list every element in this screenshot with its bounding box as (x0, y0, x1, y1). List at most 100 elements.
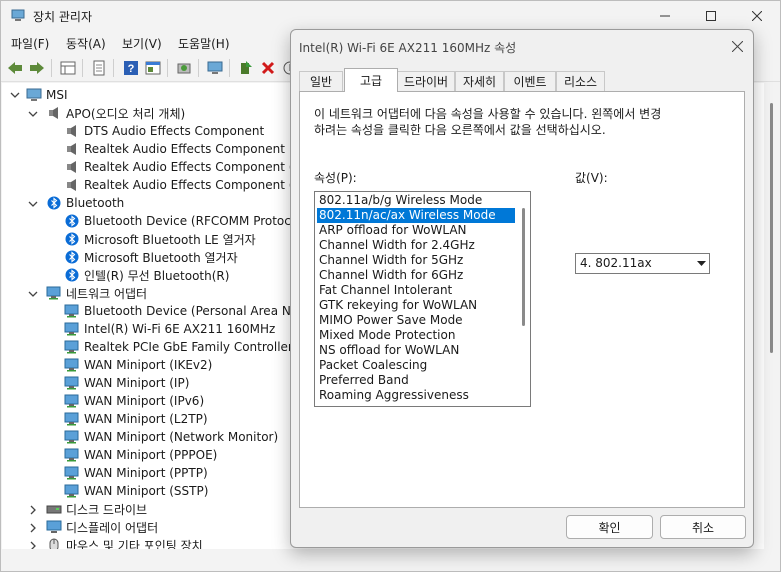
property-list-item[interactable]: Channel Width for 2.4GHz (317, 238, 515, 253)
network-adapter-icon (64, 357, 80, 373)
tree-row-label: WAN Miniport (IP) (84, 376, 190, 390)
tree-device[interactable]: Bluetooth Device (Personal Area Netw (64, 302, 313, 320)
bluetooth-icon (64, 249, 80, 265)
property-list-item[interactable]: NS offload for WoWLAN (317, 343, 515, 358)
property-list-item[interactable]: Channel Width for 5GHz (317, 253, 515, 268)
chevron-right-icon[interactable] (28, 540, 38, 549)
network-adapter-icon (64, 411, 80, 427)
close-button[interactable] (734, 1, 780, 31)
tree-row-label: Bluetooth (66, 196, 125, 210)
display-adapter-icon (46, 519, 62, 535)
maximize-button[interactable] (688, 1, 734, 31)
property-list-item[interactable]: Preferred Band (317, 373, 515, 388)
uninstall-button[interactable] (258, 58, 278, 78)
ok-button[interactable]: 확인 (566, 515, 653, 539)
menu-help[interactable]: 도움말(H) (178, 35, 230, 52)
tree-device[interactable]: Realtek PCIe GbE Family Controller (64, 338, 293, 356)
chevron-right-icon[interactable] (28, 522, 38, 536)
chevron-right-icon[interactable] (28, 504, 38, 518)
cancel-button[interactable]: 취소 (660, 515, 746, 539)
tree-device[interactable]: 인텔(R) 무선 Bluetooth(R) (64, 266, 229, 284)
update-driver-button[interactable] (236, 58, 256, 78)
help-icon: ? (124, 61, 138, 75)
tree-device[interactable]: WAN Miniport (SSTP) (64, 482, 208, 500)
property-list-item[interactable]: 802.11n/ac/ax Wireless Mode (317, 208, 515, 223)
tree-vertical-scrollbar[interactable] (764, 83, 780, 549)
tab-general[interactable]: 일반 (299, 71, 343, 91)
menu-action[interactable]: 동작(A) (66, 35, 106, 52)
chevron-down-icon[interactable] (28, 198, 38, 212)
tab-resources[interactable]: 리소스 (556, 71, 605, 91)
minimize-button[interactable] (642, 1, 688, 31)
tab-advanced[interactable]: 고급 (344, 68, 398, 92)
tree-category[interactable]: 네트워크 어댑터 (28, 284, 147, 302)
tree-category[interactable]: 디스크 드라이브 (30, 500, 147, 518)
scrollbar-thumb[interactable] (770, 103, 773, 353)
tree-category[interactable]: APO(오디오 처리 개체) (28, 104, 186, 122)
tree-category[interactable]: 마우스 및 기타 포인팅 장치 (30, 536, 203, 549)
tree-row-label: APO(오디오 처리 개체) (66, 106, 186, 121)
property-list-item[interactable]: ARP offload for WoWLAN (317, 223, 515, 238)
property-listbox[interactable]: 802.11a/b/g Wireless Mode 802.11n/ac/ax W… (314, 191, 531, 407)
bluetooth-icon (46, 195, 62, 211)
properties-view-button[interactable] (58, 58, 78, 78)
property-list-item[interactable]: Roaming Aggressiveness (317, 388, 515, 403)
tree-category[interactable]: 디스플레이 어댑터 (30, 518, 158, 536)
menu-view[interactable]: 보기(V) (122, 35, 162, 52)
tab-details[interactable]: 자세히 (455, 71, 504, 91)
tree-root[interactable]: MSI (10, 86, 68, 104)
property-list-item[interactable]: 802.11a/b/g Wireless Mode (317, 193, 515, 208)
listbox-scrollbar[interactable] (517, 192, 530, 406)
speaker-icon (64, 177, 80, 193)
tree-device[interactable]: DTS Audio Effects Component (64, 122, 264, 140)
scan-hardware-button[interactable] (174, 58, 194, 78)
tree-device[interactable]: Realtek Audio Effects Component (INT (64, 176, 313, 194)
back-arrow-icon (8, 62, 22, 74)
forward-button[interactable] (27, 58, 47, 78)
value-dropdown[interactable]: 4. 802.11ax (575, 253, 710, 274)
property-list-item[interactable]: Fat Channel Intolerant (317, 283, 515, 298)
help-button[interactable]: ? (121, 58, 141, 78)
property-list-item[interactable]: Packet Coalescing (317, 358, 515, 373)
tree-device[interactable]: WAN Miniport (PPPOE) (64, 446, 217, 464)
tab-events[interactable]: 이벤트 (504, 71, 556, 91)
tree-horizontal-scrollbar[interactable] (2, 549, 780, 571)
back-button[interactable] (5, 58, 25, 78)
tree-device[interactable]: Realtek Audio Effects Component (64, 140, 285, 158)
network-adapter-icon (64, 465, 80, 481)
console-button[interactable] (143, 58, 163, 78)
dialog-close-button[interactable] (727, 36, 747, 56)
tree-device[interactable]: Bluetooth Device (RFCOMM Protocol T (64, 212, 313, 230)
property-list-item[interactable]: Channel Width for 6GHz (317, 268, 515, 283)
tree-category[interactable]: Bluetooth (28, 194, 125, 212)
tree-device[interactable]: WAN Miniport (Network Monitor) (64, 428, 278, 446)
tree-row-label: 인텔(R) 무선 Bluetooth(R) (84, 268, 230, 283)
tree-device[interactable]: Microsoft Bluetooth LE 열거자 (64, 230, 256, 248)
tree-device[interactable]: Microsoft Bluetooth 열거자 (64, 248, 238, 266)
disk-drive-icon (46, 501, 62, 517)
tree-device[interactable]: WAN Miniport (IPv6) (64, 392, 204, 410)
network-adapter-icon (64, 447, 80, 463)
title-bar: 장치 관리자 (1, 1, 780, 31)
tree-device[interactable]: Realtek Audio Effects Component (INT (64, 158, 313, 176)
tree-device[interactable]: WAN Miniport (PPTP) (64, 464, 208, 482)
network-adapter-icon (46, 285, 62, 301)
tree-row-label: WAN Miniport (Network Monitor) (84, 430, 279, 444)
tab-driver[interactable]: 드라이버 (397, 71, 455, 91)
dialog-title: Intel(R) Wi-Fi 6E AX211 160MHz 속성 (299, 41, 517, 55)
monitor-button[interactable] (205, 58, 225, 78)
chevron-down-icon[interactable] (28, 108, 38, 122)
tree-device[interactable]: WAN Miniport (L2TP) (64, 410, 208, 428)
property-list-item[interactable]: Mixed Mode Protection (317, 328, 515, 343)
property-list-item[interactable]: MIMO Power Save Mode (317, 313, 515, 328)
tree-row-label: Intel(R) Wi-Fi 6E AX211 160MHz (84, 322, 276, 336)
menu-file[interactable]: 파일(F) (11, 35, 49, 52)
tree-device[interactable]: WAN Miniport (IKEv2) (64, 356, 212, 374)
tree-device[interactable]: WAN Miniport (IP) (64, 374, 189, 392)
listbox-scrollbar-thumb[interactable] (522, 208, 525, 326)
tree-row-label: Bluetooth Device (RFCOMM Protocol T (84, 214, 313, 228)
chevron-down-icon[interactable] (28, 288, 38, 302)
document-button[interactable] (89, 58, 109, 78)
property-list-item[interactable]: GTK rekeying for WoWLAN (317, 298, 515, 313)
tree-device[interactable]: Intel(R) Wi-Fi 6E AX211 160MHz (64, 320, 275, 338)
